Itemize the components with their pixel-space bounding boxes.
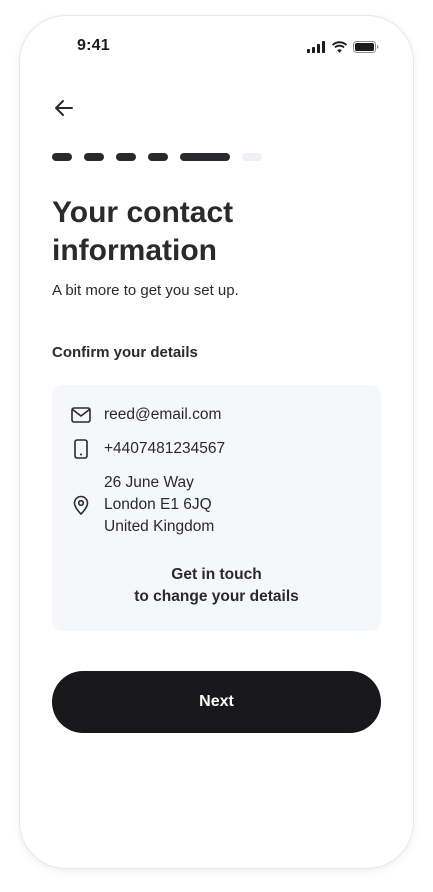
next-button[interactable]: Next bbox=[52, 671, 381, 733]
progress-step-completed bbox=[148, 153, 168, 161]
get-in-touch-line-1: Get in touch bbox=[171, 566, 262, 583]
get-in-touch-link[interactable]: Get in touch to change your details bbox=[52, 564, 381, 608]
progress-step-completed bbox=[84, 153, 104, 161]
phone-row: +4407481234567 bbox=[70, 438, 225, 460]
progress-step-pending bbox=[242, 153, 262, 161]
address-row: 26 June Way London E1 6JQ United Kingdom bbox=[70, 472, 214, 538]
address-line-1: 26 June Way bbox=[104, 474, 194, 491]
status-icons bbox=[307, 40, 379, 58]
phone-value: +4407481234567 bbox=[104, 440, 226, 457]
page-title: Your contact information bbox=[52, 196, 234, 267]
wifi-icon bbox=[331, 40, 348, 58]
progress-indicator bbox=[52, 153, 262, 161]
address-line-2: London E1 6JQ bbox=[104, 496, 212, 513]
email-row: reed@email.com bbox=[70, 404, 221, 426]
progress-step-current bbox=[180, 153, 230, 161]
mail-icon bbox=[70, 404, 92, 426]
details-card: reed@email.com +4407481234567 26 June Wa… bbox=[52, 385, 381, 631]
phone-icon bbox=[70, 438, 92, 460]
status-bar: 9:41 bbox=[20, 16, 413, 76]
back-button[interactable] bbox=[50, 96, 78, 124]
battery-icon bbox=[353, 40, 379, 58]
phone-frame: 9:41 Your contact information A bit more… bbox=[20, 16, 413, 868]
email-value: reed@email.com bbox=[104, 406, 222, 423]
page-subtitle: A bit more to get you set up. bbox=[52, 282, 239, 299]
address-line-3: United Kingdom bbox=[104, 518, 215, 535]
status-time: 9:41 bbox=[77, 37, 110, 54]
progress-step-completed bbox=[52, 153, 72, 161]
section-label: Confirm your details bbox=[52, 344, 198, 361]
address-value: 26 June Way London E1 6JQ United Kingdom bbox=[104, 472, 214, 538]
progress-step-completed bbox=[116, 153, 136, 161]
location-pin-icon bbox=[70, 494, 92, 516]
cellular-signal-icon bbox=[307, 40, 326, 58]
arrow-left-icon bbox=[54, 99, 74, 122]
get-in-touch-line-2: to change your details bbox=[134, 588, 299, 605]
